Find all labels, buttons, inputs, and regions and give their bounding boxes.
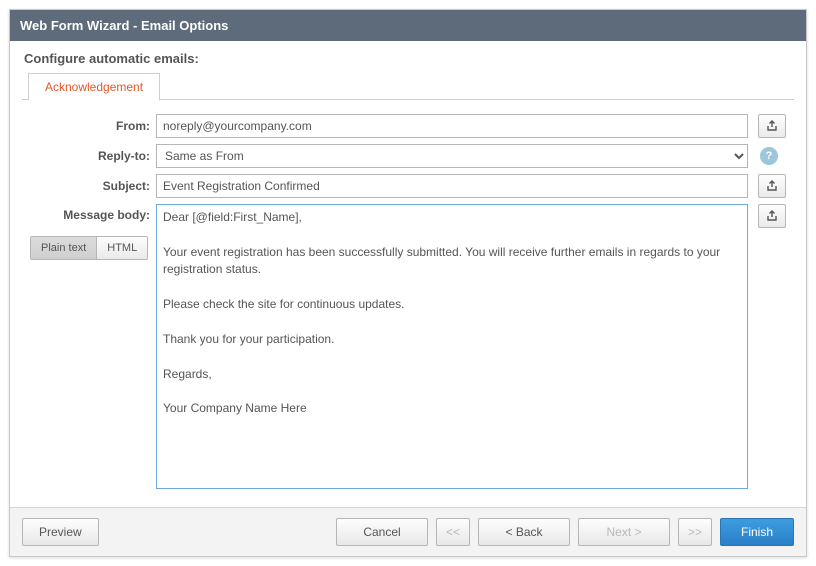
wizard-footer: Preview Cancel << < Back Next > >> Finis…	[10, 507, 806, 556]
window-title: Web Form Wizard - Email Options	[10, 10, 806, 41]
from-input[interactable]	[156, 114, 748, 138]
content-area: Configure automatic emails: Acknowledgem…	[10, 41, 806, 507]
form-area: From: Reply-to: Same as From	[22, 100, 794, 499]
insert-field-button-body[interactable]	[758, 204, 786, 228]
subject-input[interactable]	[156, 174, 748, 198]
label-subject: Subject:	[30, 174, 156, 193]
format-plain-text[interactable]: Plain text	[31, 237, 96, 259]
wizard-window: Web Form Wizard - Email Options Configur…	[9, 9, 807, 557]
body-format-toggle: Plain text HTML	[30, 236, 148, 260]
format-html[interactable]: HTML	[96, 237, 147, 259]
first-page-button[interactable]: <<	[436, 518, 470, 546]
preview-button[interactable]: Preview	[22, 518, 99, 546]
tab-acknowledgement[interactable]: Acknowledgement	[28, 73, 160, 101]
cancel-button[interactable]: Cancel	[336, 518, 428, 546]
insert-field-icon	[765, 119, 779, 133]
row-reply-to: Reply-to: Same as From ?	[30, 144, 786, 168]
finish-button[interactable]: Finish	[720, 518, 794, 546]
row-from: From:	[30, 114, 786, 138]
insert-field-icon	[765, 179, 779, 193]
back-button[interactable]: < Back	[478, 518, 570, 546]
help-icon[interactable]: ?	[760, 147, 778, 165]
label-from: From:	[30, 114, 156, 133]
next-button[interactable]: Next >	[578, 518, 670, 546]
last-page-button[interactable]: >>	[678, 518, 712, 546]
insert-field-icon	[765, 209, 779, 223]
section-heading: Configure automatic emails:	[24, 51, 794, 66]
insert-field-button-subject[interactable]	[758, 174, 786, 198]
insert-field-button-from[interactable]	[758, 114, 786, 138]
label-reply-to: Reply-to:	[30, 144, 156, 163]
label-message-body: Message body:	[30, 204, 156, 222]
row-subject: Subject:	[30, 174, 786, 198]
message-body-textarea[interactable]	[156, 204, 748, 489]
row-message-body: Message body: Plain text HTML	[30, 204, 786, 489]
tabstrip: Acknowledgement	[22, 72, 794, 100]
reply-to-select[interactable]: Same as From	[156, 144, 748, 168]
